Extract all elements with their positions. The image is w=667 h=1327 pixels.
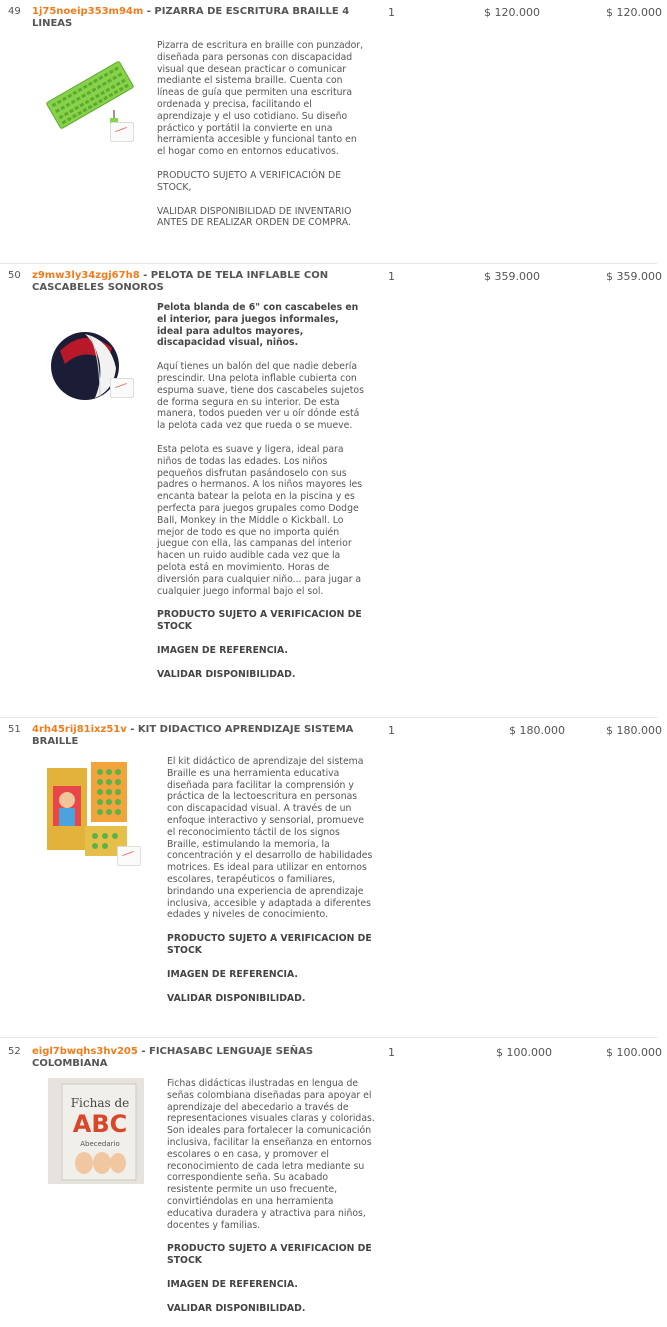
item-number: 50: [8, 270, 21, 281]
item-total-price: $ 180.000: [606, 724, 662, 737]
item-title: z9mw3ly34zgj67h8 - PELOTA DE TELA INFLAB…: [32, 270, 362, 294]
reference-note: IMAGEN DE REFERENCIA.: [167, 1278, 298, 1290]
item-total-price: $ 359.000: [606, 270, 662, 283]
description-lead: Pelota blanda de 6" con cascabeles en el…: [157, 302, 359, 349]
cover-subtitle-text: Abecedario: [80, 1140, 120, 1148]
item-title-separator: -: [141, 1046, 149, 1057]
item-unit-price: $ 359.000: [484, 270, 540, 283]
item-quantity: 1: [388, 270, 395, 283]
item-number: 51: [8, 724, 21, 735]
availability-note: VALIDAR DISPONIBILIDAD.: [157, 668, 296, 680]
item-total-price: $ 100.000: [606, 1046, 662, 1059]
description-paragraph: Aquí tienes un balón del que nadie deber…: [157, 361, 364, 432]
reference-badge-icon: [110, 122, 134, 142]
item-unit-price: $ 120.000: [484, 6, 540, 19]
reference-note: IMAGEN DE REFERENCIA.: [167, 968, 298, 980]
item-quantity: 1: [388, 724, 395, 737]
item-unit-price: $ 100.000: [496, 1046, 552, 1059]
stock-note: PRODUCTO SUJETO A VERIFICACION DE STOCK: [157, 609, 362, 633]
description-paragraph: Esta pelota es suave y ligera, ideal par…: [157, 443, 363, 597]
item-number: 49: [8, 6, 21, 17]
cover-abc-text: ABC: [72, 1110, 128, 1138]
description-paragraph: VALIDAR DISPONIBILIDAD DE INVENTARIO ANT…: [157, 205, 352, 229]
description-paragraph: El kit didáctico de aprendizaje del sist…: [167, 756, 373, 921]
item-code-link[interactable]: z9mw3ly34zgj67h8: [32, 270, 140, 281]
item-number: 52: [8, 1046, 21, 1057]
reference-badge-icon: [117, 846, 141, 866]
description-paragraph: Pizarra de escritura en braille con punz…: [157, 40, 364, 158]
item-title-separator: -: [130, 724, 138, 735]
description-paragraph: Fichas didácticas ilustradas en lengua d…: [167, 1078, 375, 1231]
item-description: Pelota blanda de 6" con cascabeles en el…: [157, 302, 367, 693]
row-divider: [0, 263, 657, 264]
product-image-ball[interactable]: [40, 316, 140, 416]
item-title: 4rh45rij81ixz51v - KIT DIDACTICO APRENDI…: [32, 724, 362, 748]
item-code-link[interactable]: eigl7bwqhs3hv205: [32, 1046, 138, 1057]
item-description: El kit didáctico de aprendizaje del sist…: [167, 756, 375, 1016]
item-description: Pizarra de escritura en braille con punz…: [157, 40, 367, 241]
reference-note: IMAGEN DE REFERENCIA.: [157, 644, 288, 656]
item-unit-price: $ 180.000: [509, 724, 565, 737]
item-title-separator: -: [143, 270, 151, 281]
row-divider: [0, 1037, 657, 1038]
item-title: eigl7bwqhs3hv205 - FICHASABC LENGUAJE SE…: [32, 1046, 362, 1070]
item-description: Fichas didácticas ilustradas en lengua d…: [167, 1078, 375, 1327]
item-quantity: 1: [388, 1046, 395, 1059]
item-title: 1j75noeip353m94m - PIZARRA DE ESCRITURA …: [32, 6, 362, 30]
row-divider: [0, 717, 657, 718]
availability-note: VALIDAR DISPONIBILIDAD.: [167, 992, 306, 1004]
availability-note: VALIDAR DISPONIBILIDAD.: [167, 1302, 306, 1314]
product-image-abc-cards[interactable]: Fichas de ABC Abecedario: [48, 1078, 144, 1184]
item-code-link[interactable]: 4rh45rij81ixz51v: [32, 724, 127, 735]
item-quantity: 1: [388, 6, 395, 19]
product-image-braille-slate[interactable]: [40, 40, 140, 142]
stock-note: PRODUCTO SUJETO A VERIFICACION DE STOCK: [167, 933, 372, 956]
item-total-price: $ 120.000: [606, 6, 662, 19]
stock-note: PRODUCTO SUJETO A VERIFICACION DE STOCK: [167, 1243, 372, 1267]
reference-badge-icon: [110, 378, 134, 398]
description-paragraph: PRODUCTO SUJETO A VERIFICACIÓN DE STOCK,: [157, 169, 342, 193]
item-code-link[interactable]: 1j75noeip353m94m: [32, 6, 143, 17]
product-image-braille-kit[interactable]: [45, 760, 145, 870]
cover-title-text: Fichas de: [70, 1096, 130, 1110]
